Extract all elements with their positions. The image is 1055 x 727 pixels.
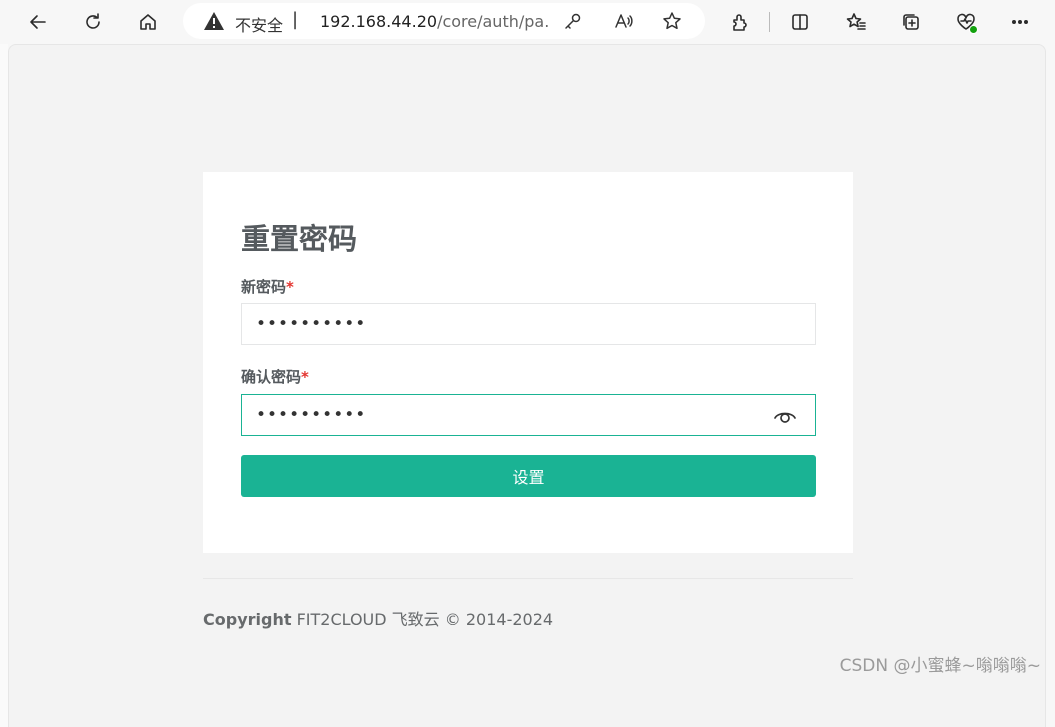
url-text[interactable]: 192.168.44.20/core/auth/pa...	[320, 12, 550, 31]
read-aloud-icon[interactable]	[614, 11, 634, 31]
show-password-eye-icon[interactable]	[773, 405, 797, 427]
confirm-password-value: ••••••••••	[256, 405, 367, 425]
address-separator: |	[292, 9, 299, 30]
submit-button[interactable]: 设置	[241, 455, 816, 497]
copyright-bold: Copyright	[203, 610, 292, 629]
browser-toolbar: 不安全 | 192.168.44.20/core/auth/pa...	[0, 0, 1055, 44]
reset-password-card: 重置密码 新密码* •••••••••• 确认密码* •••••••••• 设置	[203, 172, 853, 553]
new-password-label-text: 新密码	[241, 278, 287, 296]
split-screen-icon[interactable]	[784, 6, 816, 38]
collections-icon[interactable]	[895, 6, 927, 38]
background-window-strip	[0, 44, 8, 727]
new-password-label: 新密码*	[241, 276, 294, 297]
key-icon[interactable]	[563, 11, 583, 31]
new-password-input[interactable]: ••••••••••	[241, 303, 816, 345]
footer-divider	[203, 578, 853, 579]
page-title: 重置密码	[241, 222, 358, 256]
address-bar[interactable]: 不安全 | 192.168.44.20/core/auth/pa...	[183, 3, 705, 39]
watermark: CSDN @小蜜蜂~嗡嗡嗡~	[839, 656, 1041, 676]
back-icon[interactable]	[22, 6, 54, 38]
home-icon[interactable]	[132, 6, 164, 38]
refresh-icon[interactable]	[77, 6, 109, 38]
status-ok-icon	[969, 25, 978, 34]
more-menu-icon[interactable]	[1004, 6, 1036, 38]
copyright-text: FIT2CLOUD 飞致云 © 2014-2024	[291, 610, 554, 629]
warning-icon[interactable]	[203, 11, 225, 31]
confirm-password-input[interactable]: ••••••••••	[241, 394, 816, 436]
extensions-icon[interactable]	[724, 6, 756, 38]
favorites-icon[interactable]	[840, 6, 872, 38]
toolbar-divider	[769, 12, 770, 32]
confirm-password-label-text: 确认密码	[241, 368, 302, 386]
required-mark: *	[301, 368, 309, 386]
required-mark: *	[286, 278, 294, 296]
footer-copyright: Copyright FIT2CLOUD 飞致云 © 2014-2024	[203, 606, 553, 630]
confirm-password-label: 确认密码*	[241, 366, 309, 387]
browser-essentials-icon[interactable]	[950, 6, 982, 38]
url-host: 192.168.44.20	[320, 12, 438, 31]
favorite-star-icon[interactable]	[662, 11, 682, 31]
security-label[interactable]: 不安全	[235, 12, 283, 36]
page-viewport: 重置密码 新密码* •••••••••• 确认密码* •••••••••• 设置…	[8, 44, 1046, 727]
url-path: /core/auth/pa...	[437, 12, 550, 31]
new-password-value: ••••••••••	[256, 314, 367, 334]
